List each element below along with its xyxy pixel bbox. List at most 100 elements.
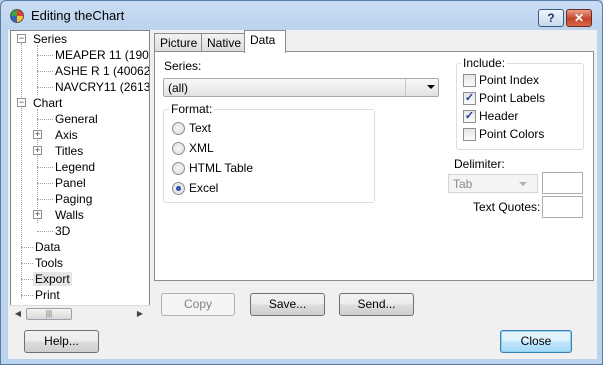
save-button[interactable]: Save... bbox=[250, 293, 325, 316]
tree-item-3d[interactable]: 3D bbox=[53, 223, 72, 239]
tree-item-label: Export bbox=[33, 272, 72, 286]
tab-data[interactable]: Data bbox=[244, 30, 286, 53]
tree-item-series[interactable]: Series bbox=[31, 31, 69, 47]
series-collapse-icon[interactable]: − bbox=[17, 34, 26, 43]
delimiter-select: Tab bbox=[448, 174, 538, 193]
tree-item-label: Panel bbox=[55, 176, 86, 190]
tree-item-chart[interactable]: Chart bbox=[31, 95, 64, 111]
tree-hline bbox=[21, 263, 33, 264]
delimiter-label: Delimiter: bbox=[454, 157, 505, 171]
tree-hline bbox=[37, 55, 53, 56]
options-tree[interactable]: − Series MEAPER 11 (19039) ASHE R 1 (400… bbox=[10, 30, 150, 320]
text-quotes-input[interactable] bbox=[542, 196, 583, 218]
dialog-client-area: − Series MEAPER 11 (19039) ASHE R 1 (400… bbox=[8, 30, 597, 359]
tree-item-label: MEAPER 11 (19039) bbox=[55, 48, 149, 62]
tree-item-label: 3D bbox=[55, 224, 71, 238]
delimiter-select-value: Tab bbox=[453, 177, 473, 191]
tab-picture[interactable]: Picture bbox=[154, 33, 202, 52]
tree-item-label: Print bbox=[35, 288, 60, 302]
custom-delimiter-input[interactable] bbox=[542, 172, 583, 194]
point-labels-label[interactable]: Point Labels bbox=[479, 91, 545, 105]
point-labels-checkbox[interactable]: ✓ bbox=[463, 92, 476, 105]
format-text-label[interactable]: Text bbox=[189, 121, 211, 135]
title-help-button[interactable]: ? bbox=[538, 9, 564, 27]
tree-hline bbox=[21, 279, 33, 280]
close-button[interactable]: Close bbox=[500, 330, 572, 353]
point-index-checkbox[interactable] bbox=[463, 74, 476, 87]
tree-item-label: NAVCRY11 (26139) bbox=[55, 80, 150, 94]
chart-collapse-icon[interactable]: − bbox=[17, 98, 26, 107]
tree-item-label: ASHE R 1 (40062) T bbox=[55, 64, 150, 78]
format-text-radio[interactable] bbox=[172, 122, 185, 135]
series-label: Series: bbox=[164, 59, 202, 73]
tree-item-label: Legend bbox=[55, 160, 96, 174]
format-excel-label[interactable]: Excel bbox=[189, 181, 218, 195]
tree-item-data[interactable]: Data bbox=[33, 239, 62, 255]
walls-expand-icon[interactable]: + bbox=[33, 210, 42, 219]
send-button[interactable]: Send... bbox=[339, 293, 414, 316]
tree-item-label: Tools bbox=[35, 256, 64, 270]
title-bar[interactable]: Editing theChart ? ✕ bbox=[1, 1, 602, 29]
window-title: Editing theChart bbox=[31, 8, 125, 23]
data-tab-panel: Series: (all) Format: Text XML HTML Tabl… bbox=[154, 51, 594, 281]
series-select-value: (all) bbox=[168, 81, 188, 95]
tree-item-print[interactable]: Print bbox=[33, 287, 62, 303]
tree-hline bbox=[37, 183, 53, 184]
tree-item-titles[interactable]: Titles bbox=[53, 143, 85, 159]
header-checkbox[interactable]: ✓ bbox=[463, 110, 476, 123]
tree-item-label: General bbox=[55, 112, 98, 126]
format-excel-radio[interactable] bbox=[172, 182, 185, 195]
tree-item-label: Data bbox=[35, 240, 61, 254]
tree-item-legend[interactable]: Legend bbox=[53, 159, 97, 175]
text-quotes-label: Text Quotes: bbox=[473, 200, 541, 214]
point-colors-label[interactable]: Point Colors bbox=[479, 127, 544, 141]
tree-item-panel[interactable]: Panel bbox=[53, 175, 88, 191]
scroll-left-arrow-icon[interactable]: ◀ bbox=[12, 308, 24, 320]
help-button[interactable]: Help... bbox=[24, 330, 99, 353]
series-select[interactable]: (all) bbox=[163, 78, 439, 97]
tree-item-series-2[interactable]: ASHE R 1 (40062) T bbox=[53, 63, 150, 79]
tree-hline bbox=[21, 295, 33, 296]
tree-item-label: Walls bbox=[55, 208, 84, 222]
format-html-table-label[interactable]: HTML Table bbox=[189, 161, 253, 175]
tree-item-series-1[interactable]: MEAPER 11 (19039) bbox=[53, 47, 149, 63]
tree-item-tools[interactable]: Tools bbox=[33, 255, 65, 271]
tree-item-series-3[interactable]: NAVCRY11 (26139) bbox=[53, 79, 150, 95]
tree-item-general[interactable]: General bbox=[53, 111, 100, 127]
tree-item-label: Paging bbox=[55, 192, 93, 206]
tree-item-axis[interactable]: Axis bbox=[53, 127, 80, 143]
tree-item-paging[interactable]: Paging bbox=[53, 191, 94, 207]
tree-item-label: Chart bbox=[33, 96, 63, 110]
point-colors-checkbox[interactable] bbox=[463, 128, 476, 141]
tree-hline bbox=[37, 71, 53, 72]
titles-expand-icon[interactable]: + bbox=[33, 146, 42, 155]
tree-item-label: Series bbox=[33, 32, 68, 46]
point-index-label[interactable]: Point Index bbox=[479, 73, 539, 87]
tree-item-export[interactable]: Export bbox=[33, 271, 72, 287]
tree-hline bbox=[37, 87, 53, 88]
format-html-table-radio[interactable] bbox=[172, 162, 185, 175]
header-label[interactable]: Header bbox=[479, 109, 518, 123]
axis-expand-icon[interactable]: + bbox=[33, 130, 42, 139]
editor-dialog: Editing theChart ? ✕ − Series MEAPER 11 … bbox=[0, 0, 603, 365]
title-close-button[interactable]: ✕ bbox=[566, 9, 592, 27]
format-group-title: Format: bbox=[169, 102, 215, 116]
tree-item-walls[interactable]: Walls bbox=[53, 207, 86, 223]
tab-native[interactable]: Native bbox=[201, 33, 245, 52]
tree-hline bbox=[37, 167, 53, 168]
include-group-title: Include: bbox=[461, 56, 508, 70]
format-xml-label[interactable]: XML bbox=[189, 141, 214, 155]
scroll-right-arrow-icon[interactable]: ▶ bbox=[134, 308, 146, 320]
format-xml-radio[interactable] bbox=[172, 142, 185, 155]
teechart-logo-icon bbox=[10, 9, 24, 23]
chevron-down-icon[interactable] bbox=[405, 79, 438, 96]
tree-chart-line bbox=[37, 109, 38, 223]
tree-hline bbox=[37, 231, 53, 232]
tree-hline bbox=[21, 247, 33, 248]
copy-button[interactable]: Copy bbox=[161, 293, 235, 316]
tree-item-label: Titles bbox=[55, 144, 84, 158]
tree-root-line bbox=[21, 43, 22, 299]
tree-horizontal-scrollbar[interactable]: ◀ ||| ▶ bbox=[10, 305, 150, 321]
scroll-thumb[interactable]: ||| bbox=[26, 308, 72, 320]
tree-hline bbox=[37, 119, 53, 120]
